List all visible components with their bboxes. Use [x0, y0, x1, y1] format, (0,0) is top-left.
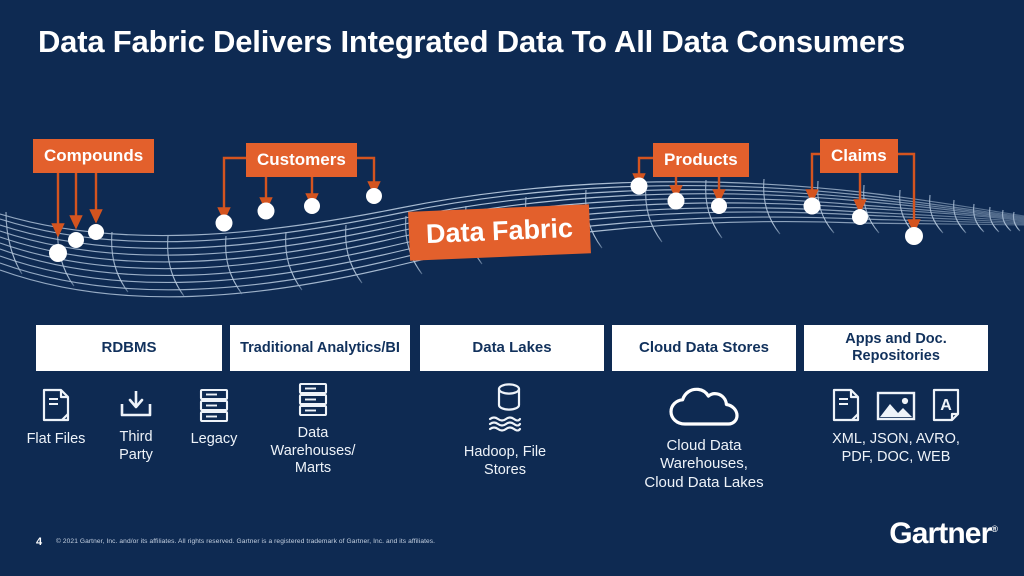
document-icon — [832, 388, 860, 422]
item-icons — [199, 388, 229, 422]
page-title: Data Fabric Delivers Integrated Data To … — [38, 24, 905, 59]
item-hadoop-file-stores: Hadoop, File Stores — [455, 382, 555, 479]
item-caption: Hadoop, File Stores — [463, 444, 547, 478]
source-label-products[interactable]: Products — [653, 143, 749, 177]
item-flat-files: Flat Files — [24, 388, 88, 449]
item-apps-doc-formats: A XML, JSON, AVRO, PDF, DOC, WEB — [818, 388, 974, 466]
import-download-icon — [120, 391, 152, 417]
gartner-logo: Gartner® — [889, 519, 998, 549]
category-box-apps-doc-repositories[interactable]: Apps and Doc. Repositories — [804, 325, 988, 371]
gartner-logo-text: Gartner — [889, 517, 992, 550]
category-box-cloud-data-stores[interactable]: Cloud Data Stores — [612, 325, 796, 371]
item-cloud-data-warehouses-lakes: Cloud Data Warehouses, Cloud Data Lakes — [641, 386, 767, 492]
source-label-compounds[interactable]: Compounds — [33, 139, 155, 173]
item-data-warehouses-marts: Data Warehouses/ Marts — [270, 382, 356, 478]
item-caption: Legacy — [190, 431, 238, 447]
item-icons — [668, 386, 740, 428]
item-third-party: Third Party — [104, 388, 168, 464]
copyright-notice: © 2021 Gartner, Inc. and/or its affiliat… — [56, 538, 436, 545]
item-caption: Data Warehouses/ Marts — [270, 425, 356, 477]
item-icons: A — [832, 388, 960, 422]
svg-text:A: A — [940, 397, 952, 414]
category-box-rdbms[interactable]: RDBMS — [36, 325, 222, 371]
text-document-icon: A — [932, 388, 960, 422]
data-fabric-label: Data Fabric — [408, 204, 592, 261]
item-icons — [488, 382, 522, 435]
cloud-icon — [669, 387, 739, 426]
server-rack-icon — [298, 382, 328, 416]
slide-root: { "slide": { "title": "Data Fabric Deliv… — [0, 0, 1024, 576]
item-icons — [119, 388, 153, 420]
item-icons — [42, 388, 70, 422]
document-icon — [42, 388, 70, 422]
source-label-customers[interactable]: Customers — [246, 143, 357, 177]
item-caption: Third Party — [119, 429, 153, 463]
page-number: 4 — [36, 536, 43, 548]
item-legacy: Legacy — [182, 388, 246, 449]
server-rack-icon — [199, 388, 229, 422]
category-box-data-lakes[interactable]: Data Lakes — [420, 325, 604, 371]
registered-trademark-mark: ® — [991, 524, 998, 534]
item-caption: Cloud Data Warehouses, Cloud Data Lakes — [644, 437, 764, 491]
source-label-claims[interactable]: Claims — [820, 139, 898, 173]
category-box-row: RDBMS Traditional Analytics/BI Data Lake… — [0, 325, 1024, 371]
database-cylinder-icon — [497, 383, 521, 411]
category-box-traditional-analytics[interactable]: Traditional Analytics/BI — [230, 325, 410, 371]
item-caption: XML, JSON, AVRO, PDF, DOC, WEB — [832, 431, 960, 465]
image-icon — [876, 391, 916, 421]
water-waves-icon — [488, 416, 522, 432]
item-caption: Flat Files — [26, 431, 86, 447]
item-icons — [298, 382, 328, 416]
